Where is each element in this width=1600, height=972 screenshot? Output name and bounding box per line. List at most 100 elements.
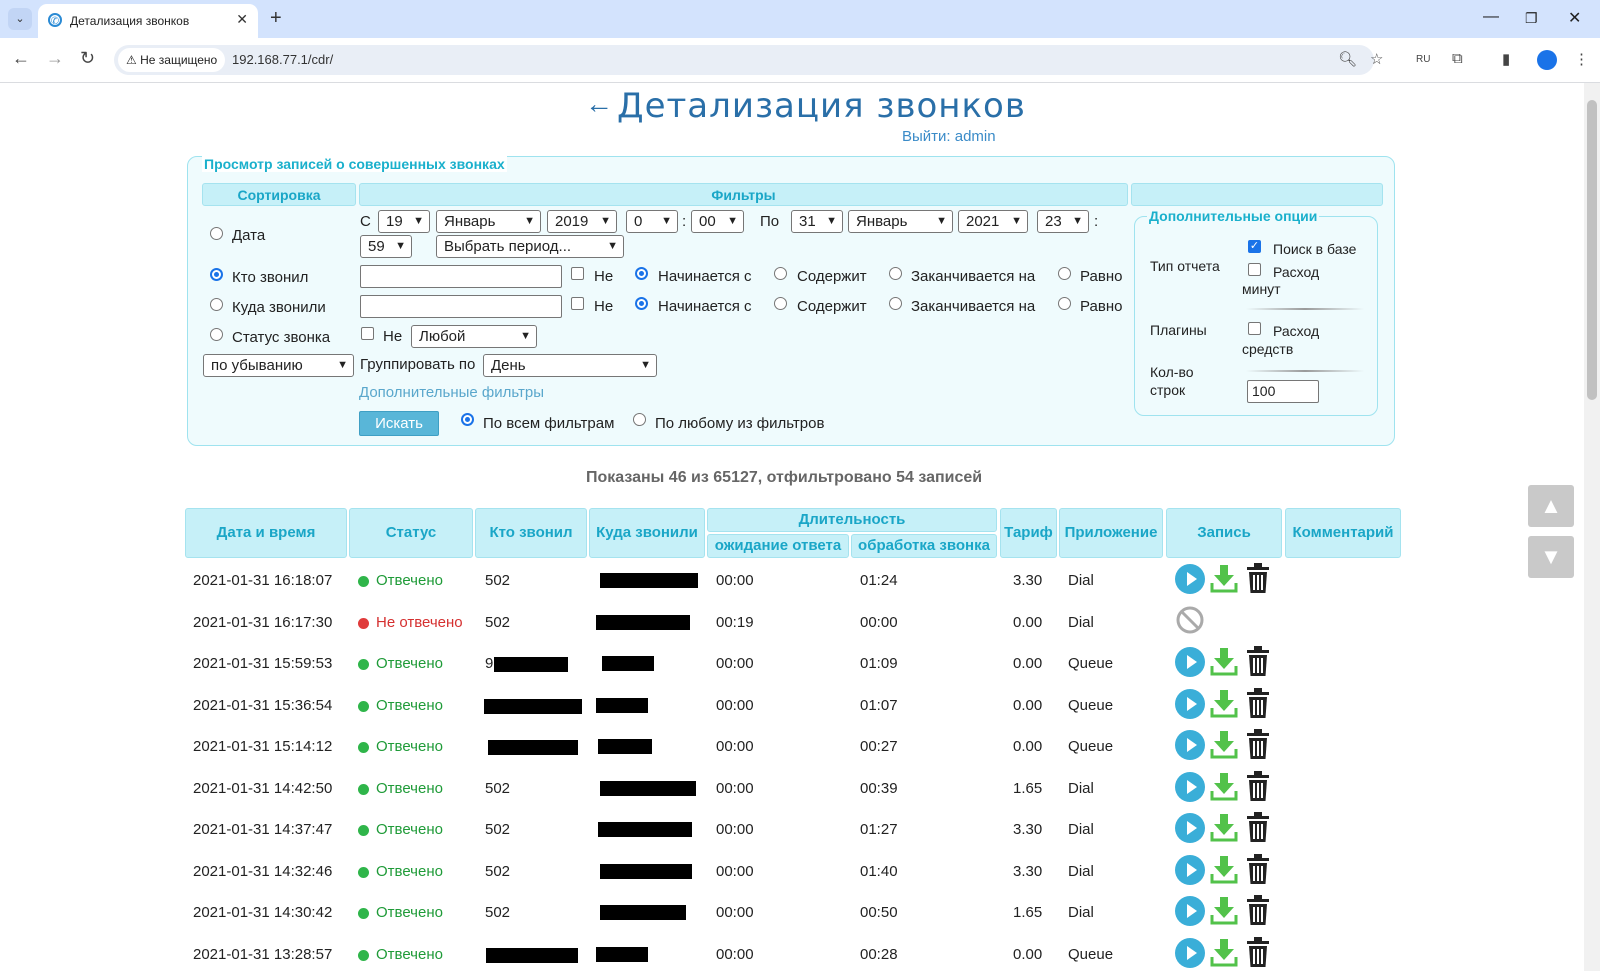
to-day-select[interactable]: 31 ▼ <box>791 210 843 233</box>
match-any-radio[interactable] <box>633 413 646 426</box>
col-header-wait[interactable]: ожидание ответа <box>707 534 849 558</box>
search-button[interactable]: Искать <box>359 411 439 436</box>
scroll-top-button[interactable]: ▲ <box>1528 485 1574 527</box>
from-day-select[interactable]: 19 ▼ <box>378 210 430 233</box>
translate-extension-icon[interactable]: RU <box>1416 54 1430 65</box>
reload-icon[interactable]: ↻ <box>80 48 95 69</box>
page-scrollbar-thumb[interactable] <box>1587 100 1597 400</box>
caller-input[interactable] <box>360 265 562 288</box>
sort-date-radio[interactable] <box>210 227 223 240</box>
play-icon[interactable] <box>1175 647 1205 677</box>
trash-icon[interactable] <box>1246 936 1270 967</box>
trash-icon[interactable] <box>1246 853 1270 884</box>
trash-icon[interactable] <box>1246 895 1270 925</box>
side-panel-icon[interactable]: ▮ <box>1502 50 1510 68</box>
caller-not-checkbox[interactable] <box>571 267 584 280</box>
profile-avatar-icon[interactable] <box>1537 50 1557 70</box>
window-close-button[interactable]: ✕ <box>1568 8 1581 28</box>
caller-begins-radio[interactable] <box>635 267 648 280</box>
trash-icon[interactable] <box>1246 646 1270 676</box>
search-db-checkbox[interactable]: ✓ <box>1248 240 1261 253</box>
minimize-button[interactable]: — <box>1483 8 1499 26</box>
callee-equals-radio[interactable] <box>1058 297 1071 310</box>
rows-count-input[interactable]: 100 <box>1247 380 1319 403</box>
security-chip[interactable]: ⚠ Не защищено <box>118 48 226 72</box>
more-filters-link[interactable]: Дополнительные фильтры <box>359 384 544 401</box>
col-header-datetime[interactable]: Дата и время <box>185 508 347 558</box>
col-header-tariff[interactable]: Тариф <box>1000 508 1057 558</box>
play-icon[interactable] <box>1175 688 1205 719</box>
minutes-checkbox[interactable] <box>1248 263 1261 276</box>
forward-icon[interactable]: → <box>46 48 64 69</box>
to-hour-value: 23 <box>1045 213 1062 230</box>
status-not-checkbox[interactable] <box>361 327 374 340</box>
to-year-select[interactable]: 2021 ▼ <box>958 210 1028 233</box>
trash-icon[interactable] <box>1246 563 1270 593</box>
caller-equals-radio[interactable] <box>1058 267 1071 280</box>
to-minute-select[interactable]: 59 ▼ <box>360 235 412 258</box>
back-icon[interactable]: ← <box>12 48 30 69</box>
from-hour-select[interactable]: 0 ▼ <box>626 210 678 233</box>
play-icon[interactable] <box>1175 564 1205 594</box>
col-header-callee[interactable]: Куда звонили <box>589 508 705 558</box>
col-header-status[interactable]: Статус <box>349 508 473 558</box>
play-icon[interactable] <box>1175 771 1205 802</box>
play-icon[interactable] <box>1175 896 1205 926</box>
trash-icon[interactable] <box>1246 687 1270 718</box>
callee-ends-radio[interactable] <box>889 297 902 310</box>
extensions-icon[interactable]: ⧉ <box>1452 50 1463 67</box>
download-icon[interactable] <box>1210 729 1238 759</box>
new-tab-button[interactable]: + <box>270 7 282 30</box>
download-icon[interactable] <box>1210 563 1238 593</box>
caller-contains-radio[interactable] <box>774 267 787 280</box>
col-header-app[interactable]: Приложение <box>1059 508 1163 558</box>
download-icon[interactable] <box>1210 895 1238 925</box>
scroll-bottom-button[interactable]: ▼ <box>1528 536 1574 578</box>
from-minute-select[interactable]: 00 ▼ <box>691 210 744 233</box>
callee-contains-radio[interactable] <box>774 297 787 310</box>
download-icon[interactable] <box>1210 812 1238 842</box>
play-icon[interactable] <box>1175 813 1205 843</box>
col-header-handle[interactable]: обработка звонка <box>851 534 997 558</box>
download-icon[interactable] <box>1210 854 1238 884</box>
play-icon[interactable] <box>1175 854 1205 885</box>
to-hour-select[interactable]: 23 ▼ <box>1037 210 1089 233</box>
menu-dots-icon[interactable]: ⋮ <box>1574 50 1589 68</box>
download-icon[interactable] <box>1210 937 1238 967</box>
funds-checkbox[interactable] <box>1248 322 1261 335</box>
play-icon[interactable] <box>1175 730 1205 760</box>
download-icon[interactable] <box>1210 646 1238 676</box>
url-text[interactable]: 192.168.77.1/cdr/ <box>232 52 333 67</box>
download-icon[interactable] <box>1210 771 1238 801</box>
download-icon[interactable] <box>1210 688 1238 718</box>
from-month-select[interactable]: Январь ▼ <box>436 210 541 233</box>
trash-icon[interactable] <box>1246 729 1270 759</box>
tab-close-icon[interactable]: ✕ <box>236 11 248 28</box>
browser-tab[interactable]: ✆ Детализация звонков ✕ <box>38 4 258 38</box>
omnibox[interactable]: ⚠ Не защищено 192.168.77.1/cdr/ 🔍︎ ☆ <box>114 45 1383 75</box>
zoom-icon[interactable]: 🔍︎ <box>1338 50 1357 68</box>
period-select[interactable]: Выбрать период... ▼ <box>436 235 624 258</box>
to-month-select[interactable]: Январь ▼ <box>848 210 953 233</box>
caller-ends-radio[interactable] <box>889 267 902 280</box>
col-header-caller[interactable]: Кто звонил <box>475 508 587 558</box>
play-icon[interactable] <box>1175 937 1205 968</box>
back-link-arrow[interactable]: ← <box>585 88 613 120</box>
sort-order-select[interactable]: по убыванию ▼ <box>203 354 354 377</box>
sort-caller-radio[interactable] <box>210 268 223 281</box>
sort-callee-radio[interactable] <box>210 298 223 311</box>
match-all-radio[interactable] <box>461 413 474 426</box>
logout-link[interactable]: Выйти: admin <box>902 128 996 145</box>
restore-button[interactable]: ❐ <box>1525 10 1538 27</box>
tab-search-button[interactable]: ⌄ <box>8 8 32 30</box>
sort-status-radio[interactable] <box>210 328 223 341</box>
trash-icon[interactable] <box>1246 812 1270 842</box>
status-select[interactable]: Любой ▼ <box>411 325 537 348</box>
callee-begins-radio[interactable] <box>635 297 648 310</box>
callee-input[interactable] <box>360 295 562 318</box>
group-by-select[interactable]: День ▼ <box>483 354 657 377</box>
trash-icon[interactable] <box>1246 770 1270 801</box>
from-year-select[interactable]: 2019 ▼ <box>547 210 617 233</box>
callee-not-checkbox[interactable] <box>571 297 584 310</box>
bookmark-star-icon[interactable]: ☆ <box>1370 50 1383 68</box>
